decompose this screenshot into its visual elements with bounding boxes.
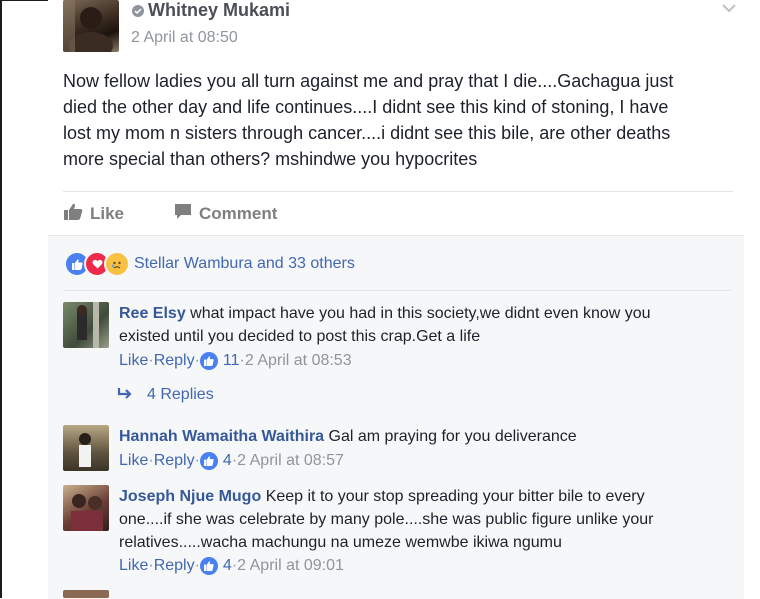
comment-meta: Like · Reply · 4 · 2 April at 09:01	[119, 557, 344, 575]
comment-avatar[interactable]	[63, 485, 109, 531]
post-timestamp[interactable]: 2 April at 08:50	[131, 29, 238, 47]
comment-text: existed until you decided to post this c…	[119, 328, 481, 345]
like-badge-icon	[199, 557, 218, 575]
comment-body: Ree Elsy what impact have you had in thi…	[119, 302, 719, 348]
post-body-line: more special than others? mshindwe you h…	[63, 149, 478, 169]
reply-arrow-icon	[117, 386, 133, 404]
comment-avatar[interactable]	[63, 302, 109, 348]
comment-like-count[interactable]: 4	[223, 452, 232, 470]
reactions-summary[interactable]: Stellar Wambura and 33 others	[64, 251, 355, 277]
comment-reply-link[interactable]: Reply	[154, 352, 195, 370]
chevron-down-icon[interactable]	[722, 0, 736, 18]
post-divider	[63, 191, 733, 192]
post-author-avatar[interactable]	[63, 0, 119, 52]
comment-text: one....if she was celebrate by many pole…	[119, 511, 654, 528]
comment-timestamp[interactable]: 2 April at 08:53	[245, 352, 352, 370]
sad-reaction-icon	[104, 251, 130, 277]
verified-icon	[132, 5, 144, 17]
thumbs-up-icon	[64, 203, 83, 225]
comment-avatar[interactable]	[63, 425, 109, 471]
comment-text: Keep it to your stop spreading your bitt…	[265, 488, 645, 505]
post-body-line: Now fellow ladies you all turn against m…	[63, 71, 674, 91]
comment-body: Joseph Njue Mugo Keep it to your stop sp…	[119, 485, 719, 554]
comment-author[interactable]: Hannah Wamaitha Waithira	[119, 428, 324, 445]
comment-body: Hannah Wamaitha Waithira Gal am praying …	[119, 425, 719, 448]
comment-button[interactable]: Comment	[174, 203, 277, 225]
comment-bubble-icon	[174, 203, 192, 225]
comment-button-label: Comment	[199, 204, 278, 223]
like-badge-icon	[199, 352, 218, 370]
post-body-line: died the other day and life continues...…	[63, 97, 669, 117]
comment-author[interactable]: Joseph Njue Mugo	[119, 488, 261, 505]
post-body: Now fellow ladies you all turn against m…	[63, 68, 743, 172]
comment-author[interactable]: Ree Elsy	[119, 305, 186, 322]
reactions-text[interactable]: Stellar Wambura and 33 others	[134, 255, 355, 273]
comment-meta: Like · Reply · 4 · 2 April at 08:57	[119, 452, 344, 470]
like-badge-icon	[199, 452, 218, 470]
like-button-label: Like	[90, 204, 125, 223]
comment-like-link[interactable]: Like	[119, 557, 148, 575]
comment-reply-link[interactable]: Reply	[154, 557, 195, 575]
comment-timestamp[interactable]: 2 April at 09:01	[237, 557, 344, 575]
like-button[interactable]: Like	[64, 203, 124, 225]
comment-like-count[interactable]: 4	[223, 557, 232, 575]
post-author-name[interactable]: Whitney Mukami	[148, 0, 290, 21]
comment-meta: Like · Reply · 11 · 2 April at 08:53	[119, 352, 352, 370]
comment-avatar[interactable]	[63, 590, 109, 598]
reactions-divider	[64, 290, 732, 291]
comment-reply-link[interactable]: Reply	[154, 452, 195, 470]
comment-text: relatives.....wacha machungu na umeze we…	[119, 534, 562, 551]
window-left-edge	[0, 0, 2, 598]
comment-timestamp[interactable]: 2 April at 08:57	[237, 452, 344, 470]
comment-like-link[interactable]: Like	[119, 352, 148, 370]
comment-like-count[interactable]: 11	[223, 352, 240, 370]
post-body-line: lost my mom n sisters through cancer....…	[63, 123, 671, 143]
comment-like-link[interactable]: Like	[119, 452, 148, 470]
view-replies-link[interactable]: 4 Replies	[117, 386, 214, 404]
replies-count[interactable]: 4 Replies	[147, 386, 214, 404]
comment-text: Gal am praying for you deliverance	[328, 428, 577, 445]
comment-text: what impact have you had in this society…	[190, 305, 651, 322]
